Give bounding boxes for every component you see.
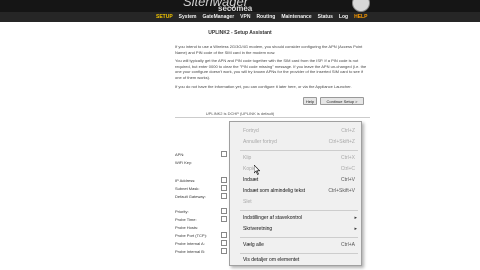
page-title: UPLINK2 - Setup Assistant (208, 30, 272, 36)
intro-paragraph: If you intend to use a Wireless 2G/3G/4G… (175, 44, 363, 55)
menu-item-label: Fortryd (243, 128, 259, 134)
nav-item-status[interactable]: Status (318, 12, 333, 22)
menu-item-delete[interactable]: Slet (230, 197, 361, 207)
default-gateway-label: Default Gateway: (175, 194, 206, 199)
menu-item-label: Indstillinger af stavekontrol (243, 215, 303, 221)
context-menu: Fortryd Ctrl+Z Annuller fortryd Ctrl+Ski… (229, 121, 362, 266)
menu-item-shortcut: Ctrl+A (340, 242, 355, 248)
menu-item-spellcheck-settings[interactable]: Indstillinger af stavekontrol ▸ (230, 213, 361, 223)
probe-internal-b-field[interactable] (221, 248, 227, 254)
ip-address-label: IP Address: (175, 178, 196, 183)
ip-address-field[interactable] (221, 177, 227, 183)
probe-internal-b-label: Probe Internal B: (175, 249, 206, 254)
default-gateway-field[interactable] (221, 193, 227, 199)
intro-paragraph: You will typically get the APN and PIN c… (175, 58, 367, 80)
menu-separator (240, 237, 358, 238)
menu-item-shortcut: Ctrl+X (340, 155, 355, 161)
nav-item-routing[interactable]: Routing (256, 12, 275, 22)
menu-item-label: Slet (243, 199, 252, 205)
probe-hosts-label: Probe Hosts: (175, 225, 199, 230)
menu-item-writing-direction[interactable]: Skriveretning ▸ (230, 224, 361, 234)
probe-port-label: Probe Port (TCP): (175, 233, 208, 238)
menu-item-inspect-element[interactable]: Vis detaljer om elementet (230, 255, 361, 265)
nav-item-log[interactable]: Log (339, 12, 348, 22)
menu-separator (240, 150, 358, 151)
menu-item-redo[interactable]: Annuller fortryd Ctrl+Skift+Z (230, 137, 361, 147)
nav-item-vpn[interactable]: VPN (240, 12, 250, 22)
wifi-key-label: WiFi Key: (175, 160, 193, 165)
intro-paragraph: If you do not have the information yet, … (175, 83, 352, 89)
menu-item-shortcut: Ctrl+Skift+Z (328, 139, 355, 145)
chevron-right-icon: ▸ (354, 226, 357, 232)
nav-item-system[interactable]: System (179, 12, 197, 22)
menu-separator (240, 253, 358, 254)
probe-internal-a-field[interactable] (221, 240, 227, 246)
priority-field[interactable] (221, 208, 227, 214)
menu-item-paste[interactable]: Indsæt Ctrl+V (230, 175, 361, 185)
priority-label: Priority: (175, 209, 189, 214)
menu-item-label: Indsæt som almindelig tekst (243, 188, 305, 194)
menu-item-shortcut: Ctrl+V (340, 177, 355, 183)
menu-item-shortcut: Ctrl+Z (341, 128, 355, 134)
subnet-mask-field[interactable] (221, 185, 227, 191)
menu-item-shortcut: Ctrl+C (340, 166, 355, 172)
menu-separator (240, 210, 358, 211)
menu-item-paste-plain-text[interactable]: Indsæt som almindelig tekst Ctrl+Skift+V (230, 186, 361, 196)
section-divider (175, 117, 370, 118)
probe-port-field[interactable] (221, 232, 227, 238)
section-title: UPLINK2 is DCHP (UPLINK is default) (205, 111, 275, 116)
nav-item-maintenance[interactable]: Maintenance (281, 12, 311, 22)
menu-item-label: Klip (243, 155, 252, 161)
nav-item-gatemanager[interactable]: GateManager (202, 12, 234, 22)
probe-internal-a-label: Probe Internal A: (175, 241, 205, 246)
mouse-pointer-icon (254, 165, 260, 175)
menu-item-copy[interactable]: Kopiér Ctrl+C (230, 164, 361, 174)
intro-text: If you intend to use a Wireless 2G/3G/4G… (175, 44, 370, 92)
menu-item-label: Indsæt (243, 177, 259, 183)
menu-item-label: Annuller fortryd (243, 139, 277, 145)
menu-item-select-all[interactable]: Vælg alle Ctrl+A (230, 240, 361, 250)
probe-time-label: Probe Time: (175, 217, 197, 222)
chevron-right-icon: ▸ (354, 215, 357, 221)
nav-item-setup[interactable]: SETUP (156, 12, 173, 22)
apn-label: APN: (175, 152, 185, 157)
menu-item-label: Vælg alle (243, 242, 264, 248)
help-button[interactable]: Help (303, 97, 317, 105)
menu-item-label: Skriveretning (243, 226, 273, 232)
continue-setup-button[interactable]: Continue Setup > (320, 97, 364, 105)
probe-time-field[interactable] (221, 216, 227, 222)
apn-field[interactable] (221, 151, 227, 157)
nav-menu: SETUP System GateManager VPN Routing Mai… (156, 12, 367, 22)
menu-item-undo[interactable]: Fortryd Ctrl+Z (230, 126, 361, 136)
menu-item-cut[interactable]: Klip Ctrl+X (230, 153, 361, 163)
menu-item-label: Vis detaljer om elementet (243, 257, 300, 263)
nav-item-help[interactable]: HELP (354, 12, 367, 22)
menu-item-shortcut: Ctrl+Skift+V (328, 188, 355, 194)
subnet-mask-label: Subnet Mask: (175, 186, 200, 191)
